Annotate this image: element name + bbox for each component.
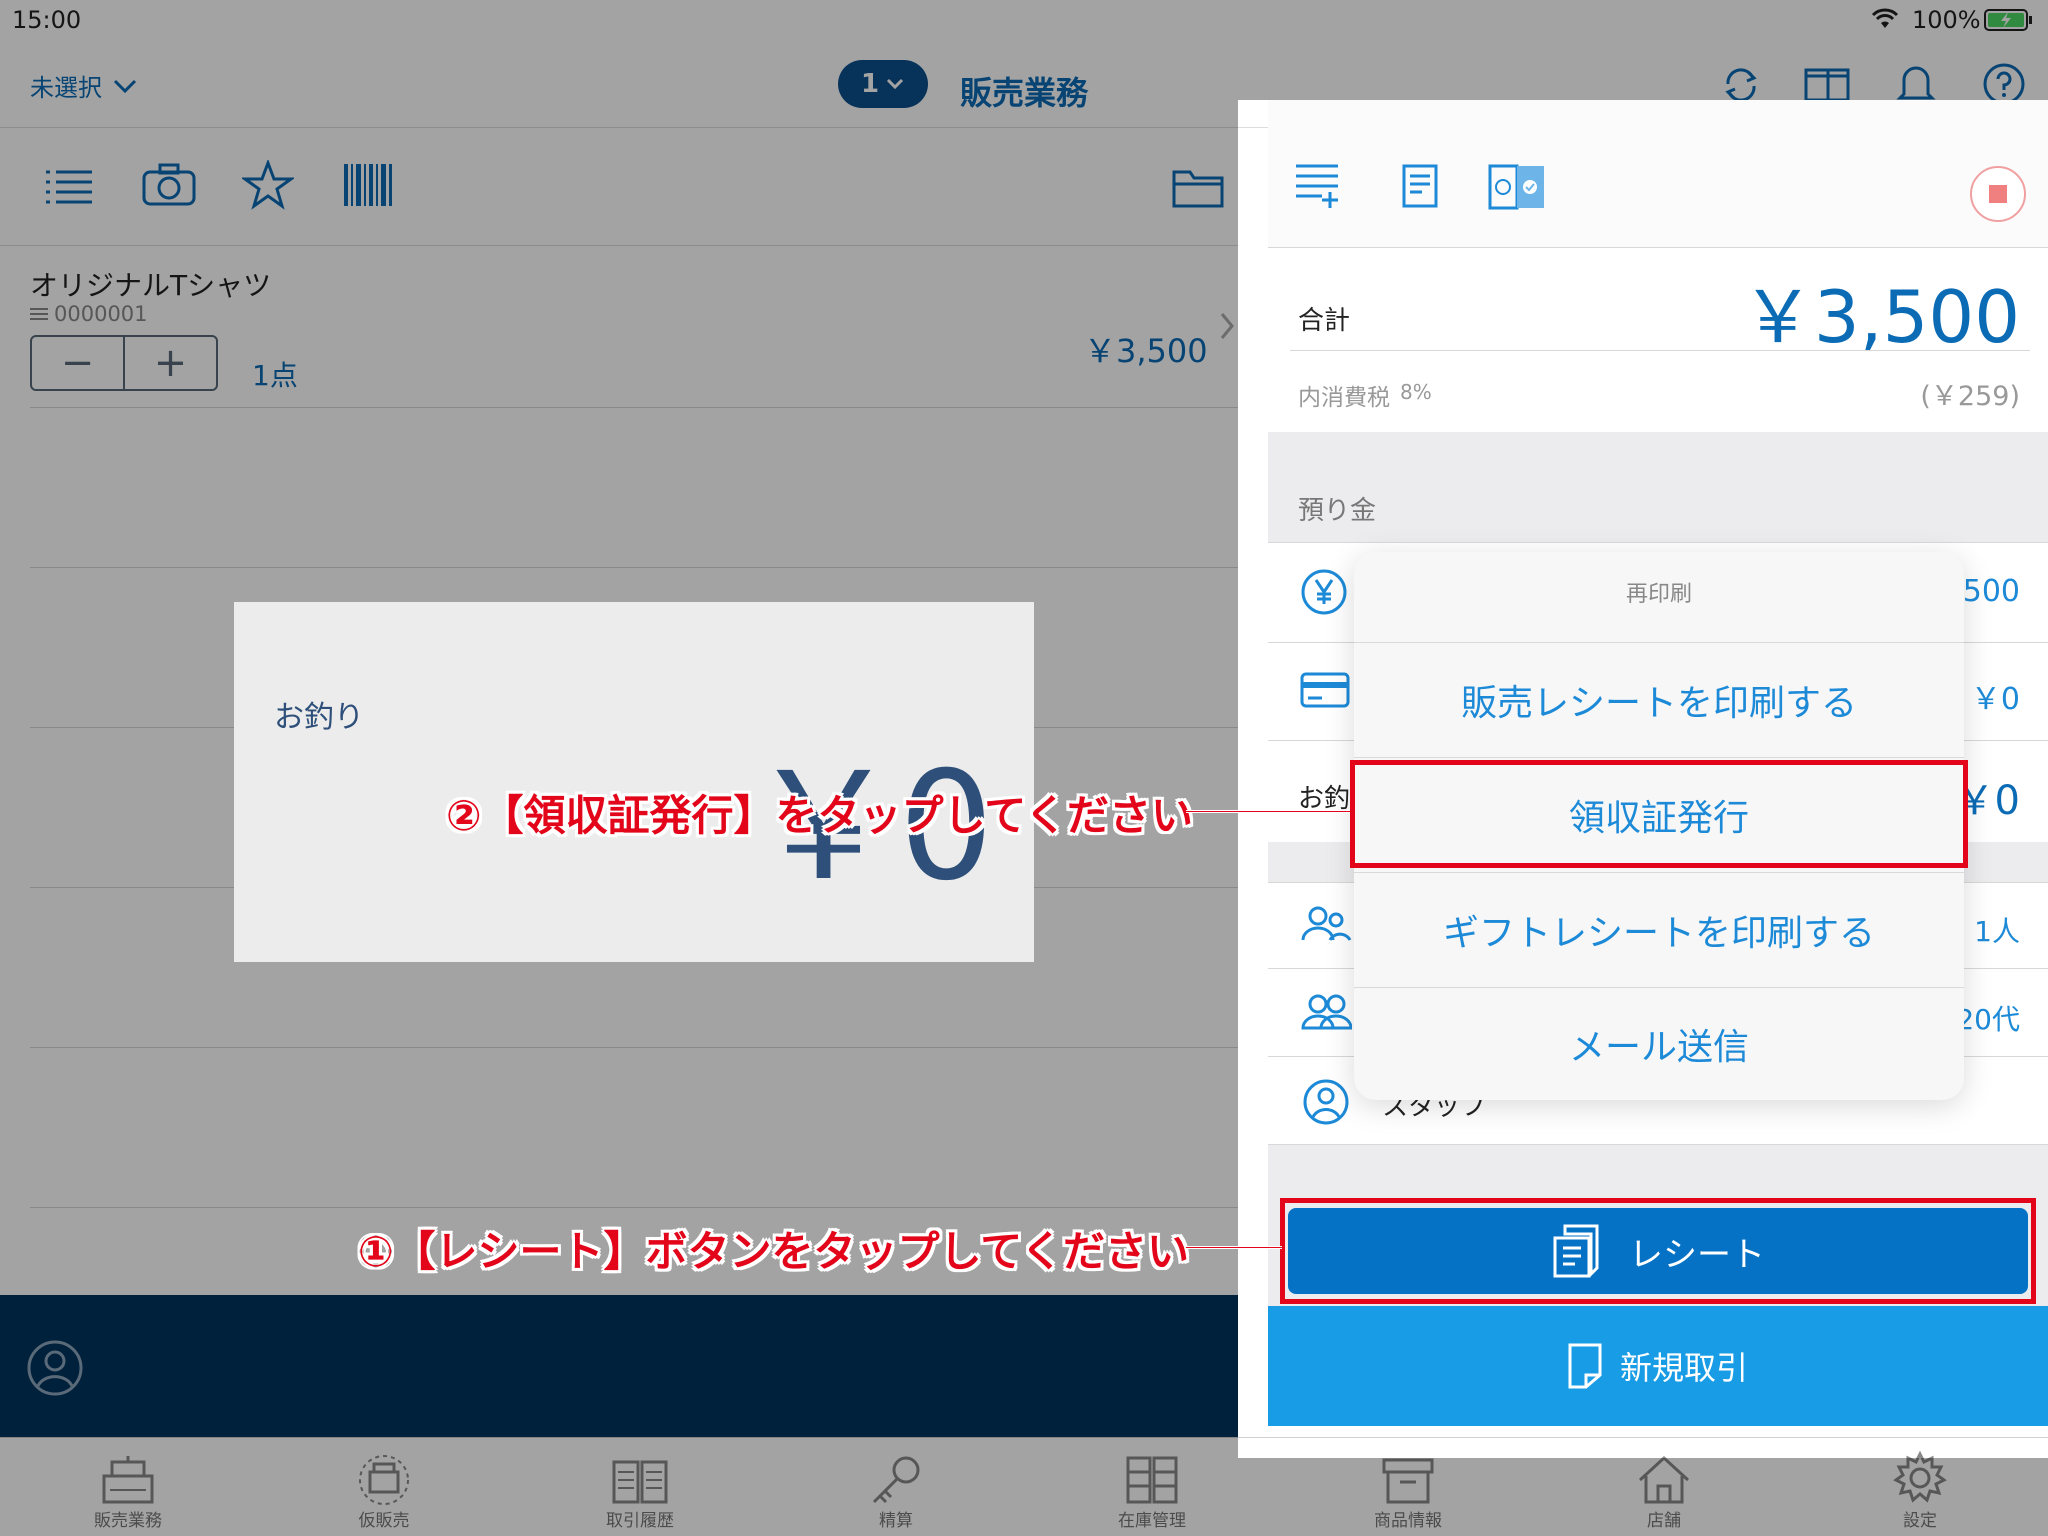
annotation-connector — [1186, 810, 1350, 813]
print-sales-receipt-item[interactable]: 販売レシートを印刷する — [1354, 642, 1964, 757]
receipt-edit-icon[interactable] — [1400, 164, 1440, 208]
annotation-step-2: ②【領収証発行】をタップしてください — [446, 791, 1194, 840]
print-gift-receipt-item[interactable]: ギフトレシートを印刷する — [1354, 872, 1964, 987]
modal-dim-top — [1238, 0, 2048, 100]
tax-rate: 8% — [1400, 380, 1432, 404]
total-label: 合計 — [1298, 306, 1351, 336]
customer-type-icon — [1300, 992, 1352, 1032]
highlight-issue-receipt — [1350, 760, 1968, 868]
yen-coin-icon — [1300, 568, 1348, 616]
tax-row: 内消費税 8% — [1298, 378, 1432, 412]
deposit-label: 預り金 — [1298, 496, 1377, 526]
annotation-connector — [1186, 1246, 1282, 1249]
annotation-step-1: ①【レシート】ボタンをタップしてください — [358, 1227, 1190, 1276]
new-document-icon — [1568, 1343, 1602, 1389]
add-list-icon[interactable] — [1294, 162, 1342, 210]
deposit-header: 預り金 — [1268, 432, 2048, 542]
tax-amount: (￥259) — [1920, 381, 2020, 412]
stop-button[interactable] — [1968, 164, 2028, 224]
highlight-receipt-button — [1280, 1198, 2036, 1304]
group-icon — [1300, 904, 1352, 944]
credit-card-icon — [1300, 672, 1350, 708]
send-email-item[interactable]: メール送信 — [1354, 987, 1964, 1100]
new-deal-button[interactable]: 新規取引 — [1268, 1306, 2048, 1426]
divider — [1290, 350, 2030, 351]
staff-avatar-icon — [1302, 1078, 1350, 1126]
modal-dim-bottom — [1238, 1458, 2048, 1536]
change-dialog-label: お釣り — [274, 700, 364, 735]
new-deal-label: 新規取引 — [1619, 1349, 1748, 1387]
total-amount: ￥3,500 — [1741, 275, 2020, 359]
check-toggle-icon[interactable] — [1488, 164, 1546, 210]
tax-label: 内消費税 — [1298, 385, 1390, 411]
reprint-menu-title: 再印刷 — [1625, 582, 1692, 607]
panel-toolbar — [1268, 100, 2048, 248]
divider — [1268, 542, 2048, 543]
